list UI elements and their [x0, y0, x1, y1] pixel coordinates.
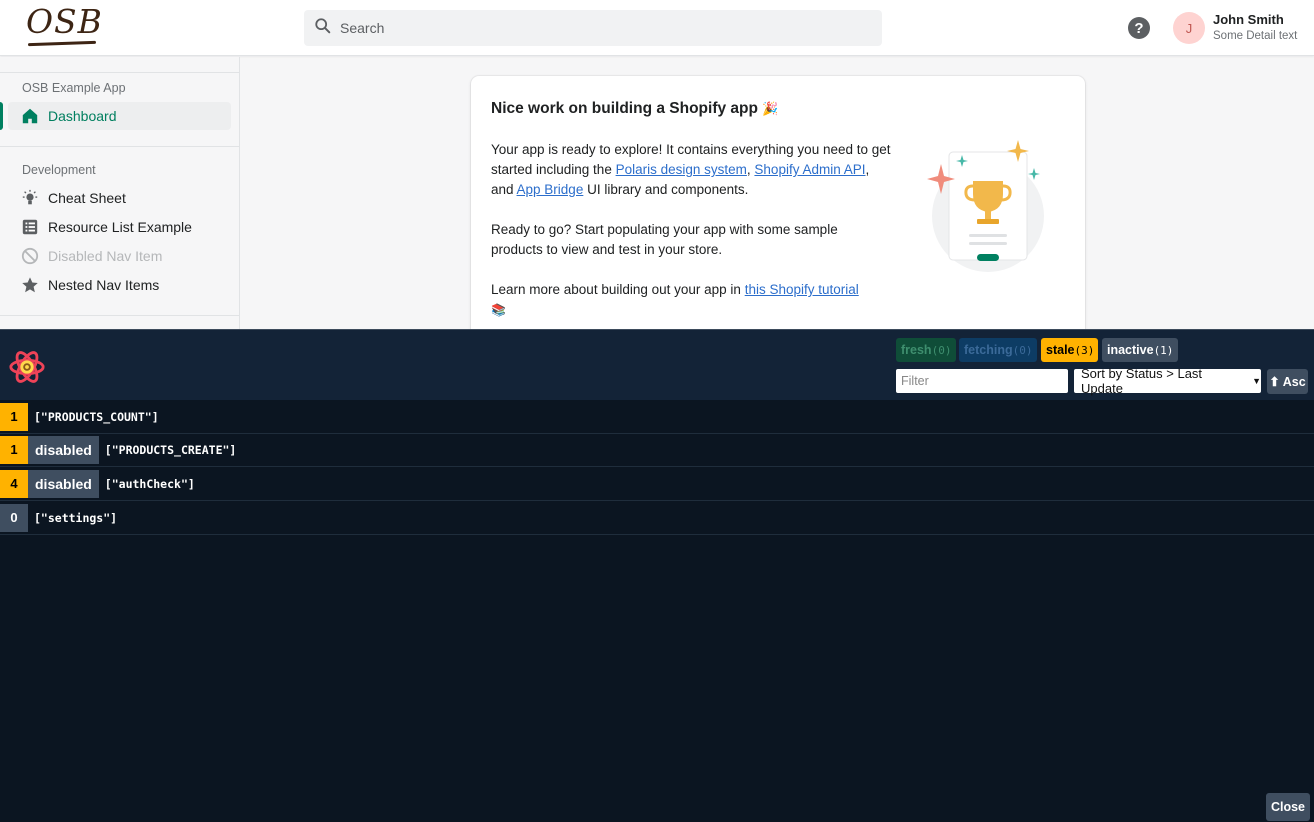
search-placeholder: Search [340, 20, 385, 36]
card-title: Nice work on building a Shopify app 🎉 [491, 100, 778, 118]
pill-count: (0) [931, 343, 952, 357]
sidebar-divider [0, 315, 239, 316]
pill-label: stale [1046, 343, 1075, 357]
sort-direction-button[interactable]: ⬆ Asc [1267, 369, 1308, 394]
help-icon[interactable]: ? [1128, 17, 1150, 39]
pill-count: (1) [1153, 343, 1174, 357]
welcome-card: Nice work on building a Shopify app 🎉 Yo… [471, 76, 1085, 346]
app-bridge-link[interactable]: App Bridge [517, 182, 584, 197]
pill-label: inactive [1107, 343, 1154, 357]
disabled-circle-icon [20, 246, 40, 266]
party-icon: 🎉 [762, 101, 779, 116]
top-bar: OSB Search ? J John Smith Some Detail te… [0, 0, 1314, 56]
home-icon [20, 106, 40, 126]
disabled-badge: disabled [28, 469, 99, 498]
card-paragraph-learn: Learn more about building out your app i… [491, 280, 891, 320]
sidebar-section-title-app: OSB Example App [22, 81, 126, 95]
polaris-link[interactable]: Polaris design system [616, 162, 747, 177]
sidebar-divider [0, 146, 239, 147]
sidebar-divider [0, 72, 239, 73]
sort-select[interactable]: Sort by Status > Last Update ▼ [1074, 366, 1261, 396]
filter-pill-fresh[interactable]: fresh (0) [896, 338, 956, 362]
tutorial-link[interactable]: this Shopify tutorial [745, 282, 859, 297]
devtools-header: fresh (0) fetching (0) stale (3) inactive (1… [0, 329, 1314, 400]
query-row[interactable]: 1 disabled ["PRODUCTS_CREATE"] [0, 433, 1314, 467]
disabled-badge: disabled [28, 435, 99, 464]
user-detail: Some Detail text [1213, 30, 1298, 42]
sidebar-item-label: Dashboard [48, 108, 117, 124]
avatar[interactable]: J [1173, 12, 1205, 44]
react-query-logo-icon[interactable] [8, 348, 46, 386]
sidebar: OSB Example App Dashboard Development Ch… [0, 57, 240, 330]
observer-count: 1 [0, 402, 28, 431]
sidebar-item-label: Resource List Example [48, 219, 192, 235]
filter-pill-fetching[interactable]: fetching (0) [959, 338, 1037, 362]
query-devtools-panel: fresh (0) fetching (0) stale (3) inactive (1… [0, 329, 1314, 822]
list-icon [20, 217, 40, 237]
filter-input[interactable]: Filter [896, 369, 1068, 393]
card-paragraph-intro: Your app is ready to explore! It contain… [491, 140, 891, 200]
sidebar-item-label: Disabled Nav Item [48, 248, 163, 264]
card-title-text: Nice work on building a Shopify app [491, 100, 758, 117]
sort-label: Sort by Status > Last Update [1081, 366, 1203, 396]
admin-api-link[interactable]: Shopify Admin API [754, 162, 865, 177]
close-button[interactable]: Close [1266, 793, 1310, 821]
query-key: ["settings"] [34, 510, 118, 525]
app-logo[interactable]: OSB [26, 2, 103, 41]
query-row[interactable]: 1 ["PRODUCTS_COUNT"] [0, 400, 1314, 434]
filter-pill-inactive[interactable]: inactive (1) [1102, 338, 1178, 362]
star-icon [20, 275, 40, 295]
lightbulb-icon [20, 188, 40, 208]
caret-down-icon: ▼ [1252, 376, 1261, 386]
user-name[interactable]: John Smith [1213, 12, 1284, 27]
observer-count: 0 [0, 503, 28, 532]
filter-pill-stale[interactable]: stale (3) [1041, 338, 1098, 362]
card-paragraph-ready: Ready to go? Start populating your app w… [491, 222, 838, 257]
search-input[interactable]: Search [304, 10, 882, 46]
pill-label: fetching [964, 343, 1013, 357]
observer-count: 4 [0, 469, 28, 498]
search-icon [314, 17, 332, 40]
sidebar-item-nested[interactable]: Nested Nav Items [8, 271, 231, 299]
learn-text: Learn more about building out your app i… [491, 282, 745, 297]
active-indicator [0, 102, 3, 130]
sidebar-item-label: Cheat Sheet [48, 190, 126, 206]
query-key: ["authCheck"] [104, 476, 195, 491]
query-row[interactable]: 0 ["settings"] [0, 501, 1314, 535]
pill-count: (0) [1012, 343, 1033, 357]
sidebar-item-resource-list[interactable]: Resource List Example [8, 213, 231, 241]
books-icon: 📚 [491, 303, 506, 317]
sidebar-item-label: Nested Nav Items [48, 277, 160, 293]
query-row[interactable]: 4 disabled ["authCheck"] [0, 467, 1314, 501]
intro-text-end: UI library and components. [583, 182, 749, 197]
sidebar-item-cheat-sheet[interactable]: Cheat Sheet [8, 184, 231, 212]
trophy-illustration [921, 136, 1051, 276]
pill-label: fresh [901, 343, 932, 357]
sidebar-section-title-dev: Development [22, 163, 96, 177]
observer-count: 1 [0, 435, 28, 464]
logo-underline [27, 40, 97, 47]
sidebar-item-disabled: Disabled Nav Item [8, 242, 231, 270]
query-key: ["PRODUCTS_COUNT"] [34, 409, 159, 424]
query-key: ["PRODUCTS_CREATE"] [104, 442, 237, 457]
sidebar-item-dashboard[interactable]: Dashboard [8, 102, 231, 130]
pill-count: (3) [1074, 343, 1095, 357]
